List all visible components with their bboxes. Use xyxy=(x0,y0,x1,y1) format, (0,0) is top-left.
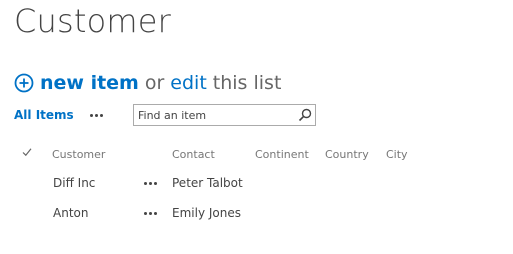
or-text: or xyxy=(144,72,165,94)
view-all-items[interactable]: All Items xyxy=(14,108,74,122)
views-more-button[interactable] xyxy=(86,104,106,126)
search-input[interactable] xyxy=(134,106,288,124)
checkmark-icon[interactable] xyxy=(22,147,32,157)
contact-cell: Emily Jones xyxy=(172,206,241,220)
customer-cell[interactable]: Anton xyxy=(53,206,88,220)
contact-cell: Peter Talbot xyxy=(172,176,243,190)
this-list-text: this list xyxy=(212,72,282,94)
item-menu-button[interactable] xyxy=(140,208,160,218)
add-circle-icon[interactable] xyxy=(14,73,34,93)
table-row[interactable]: Diff Inc Peter Talbot xyxy=(0,172,513,196)
table-row[interactable]: Anton Emily Jones xyxy=(0,202,513,226)
edit-list-link[interactable]: edit xyxy=(170,72,206,94)
search-box xyxy=(133,104,316,126)
ellipsis-icon xyxy=(143,181,157,185)
column-header-country[interactable]: Country xyxy=(325,148,369,161)
table-header-row: Customer Contact Continent Country City xyxy=(0,145,513,163)
search-icon[interactable] xyxy=(298,108,312,122)
ellipsis-icon xyxy=(143,211,157,215)
page-title: Customer xyxy=(14,2,172,40)
column-header-continent[interactable]: Continent xyxy=(255,148,309,161)
column-header-customer[interactable]: Customer xyxy=(52,148,105,161)
view-selector: All Items xyxy=(14,104,103,126)
column-header-city[interactable]: City xyxy=(386,148,408,161)
new-item-command: new item or edit this list xyxy=(14,70,281,96)
new-item-link[interactable]: new item xyxy=(40,72,139,94)
customer-cell[interactable]: Diff Inc xyxy=(53,176,95,190)
column-header-contact[interactable]: Contact xyxy=(172,148,215,161)
ellipsis-icon xyxy=(89,113,103,117)
item-menu-button[interactable] xyxy=(140,178,160,188)
